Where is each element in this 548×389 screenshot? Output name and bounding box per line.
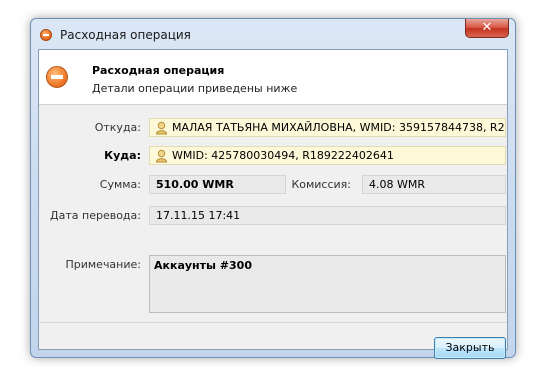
from-value: МАЛАЯ ТАТЬЯНА МИХАЙЛОВНА, WMID: 35915784… (172, 121, 506, 134)
title-bar[interactable]: Расходная операция ✕ (31, 19, 515, 49)
window-title: Расходная операция (60, 28, 191, 42)
dialog-body: Расходная операция Детали операции приве… (38, 49, 508, 359)
wm-passport-icon (155, 149, 168, 163)
footer-divider (39, 322, 507, 323)
date-field: 17.11.15 17:41 (149, 206, 506, 225)
note-label: Примечание: (65, 258, 141, 271)
dialog-header: Расходная операция Детали операции приве… (39, 50, 507, 105)
fee-label: Комиссия: (291, 178, 351, 191)
date-label: Дата перевода: (50, 209, 141, 222)
to-field[interactable]: WMID: 425780030494, R189222402641 (149, 146, 506, 165)
outgoing-operation-icon (46, 66, 68, 88)
note-field[interactable]: Аккаунты #300 (149, 255, 506, 313)
from-field[interactable]: МАЛАЯ ТАТЬЯНА МИХАЙЛОВНА, WMID: 35915784… (149, 118, 506, 137)
close-button[interactable]: Закрыть (434, 337, 506, 359)
to-label: Куда: (104, 149, 141, 162)
from-label: Откуда: (94, 121, 141, 134)
to-value: WMID: 425780030494, R189222402641 (172, 149, 394, 162)
header-subtitle: Детали операции приведены ниже (92, 82, 298, 95)
amount-field: 510.00 WMR (149, 175, 286, 194)
fee-field: 4.08 WMR (362, 175, 506, 194)
amount-label: Сумма: (99, 178, 141, 191)
app-icon (40, 29, 52, 41)
window-close-button[interactable]: ✕ (465, 19, 509, 38)
header-title: Расходная операция (92, 64, 225, 77)
dialog-window: Расходная операция ✕ Расходная операция … (30, 18, 516, 359)
wm-passport-icon (155, 121, 168, 135)
